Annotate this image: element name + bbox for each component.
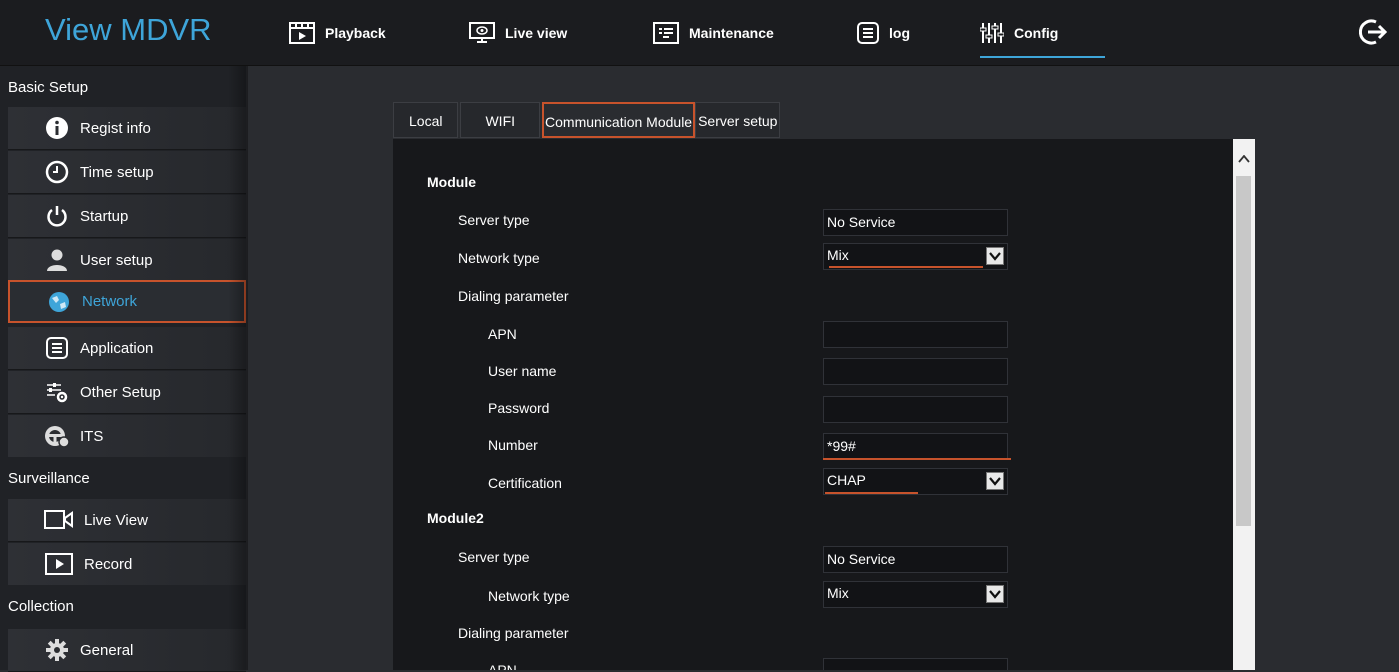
network-type-label: Network type	[458, 250, 540, 266]
sidebar-item-time-setup[interactable]: Time setup	[8, 151, 246, 194]
module2-apn-field[interactable]	[823, 658, 1008, 670]
dialing-parameter-label: Dialing parameter	[458, 288, 569, 304]
sidebar-section-basic-setup[interactable]: Basic Setup	[0, 66, 246, 109]
sidebar-item-label: User setup	[80, 251, 153, 269]
application-icon	[44, 335, 70, 361]
sidebar-item-label: Live View	[84, 511, 148, 529]
user-icon	[44, 247, 70, 273]
module2-server-type-field[interactable]: No Service	[823, 546, 1008, 573]
chevron-up-icon	[1238, 155, 1250, 163]
maintenance-icon	[653, 21, 679, 44]
nav-playback[interactable]: Playback	[289, 0, 386, 65]
sidebar-section-collection[interactable]: Collection	[0, 585, 246, 628]
sidebar-item-label: Regist info	[80, 119, 151, 137]
sidebar-item-label: General	[80, 641, 134, 659]
scrollbar[interactable]	[1233, 139, 1255, 670]
sidebar-item-label: Other Setup	[80, 383, 161, 401]
playback-icon	[289, 21, 315, 44]
scroll-up-button[interactable]	[1233, 149, 1255, 169]
server-type-field[interactable]: No Service	[823, 209, 1008, 236]
apn-label: APN	[488, 326, 517, 342]
sidebar-item-label: ITS	[80, 427, 104, 445]
tab-server-setup[interactable]: Server setup	[695, 102, 781, 138]
nav-config-label: Config	[1014, 24, 1059, 41]
gear-icon	[44, 637, 70, 663]
logout-button[interactable]	[1358, 18, 1388, 51]
module-title: Module	[427, 174, 476, 190]
sidebar-item-application[interactable]: Application	[8, 327, 246, 370]
scrollbar-thumb[interactable]	[1236, 176, 1251, 526]
sidebar-item-network[interactable]: Network	[8, 280, 246, 323]
certification-value: CHAP	[827, 472, 866, 488]
sidebar-item-regist-info[interactable]: Regist info	[8, 107, 246, 150]
top-bar: View MDVR Playback Live view Maintenance…	[0, 0, 1399, 66]
network-type-value: Mix	[827, 247, 849, 263]
sidebar-item-record[interactable]: Record	[8, 543, 246, 586]
annotation-underline	[825, 492, 918, 494]
nav-maintenance[interactable]: Maintenance	[653, 0, 774, 65]
record-icon	[44, 551, 74, 577]
password-label: Password	[488, 400, 550, 416]
module2-network-type-value: Mix	[827, 585, 849, 601]
sidebar-item-user-setup[interactable]: User setup	[8, 239, 246, 282]
annotation-underline	[829, 266, 983, 268]
username-label: User name	[488, 363, 557, 379]
sidebar-item-other-setup[interactable]: Other Setup	[8, 371, 246, 414]
certification-label: Certification	[488, 475, 562, 491]
apn-field[interactable]	[823, 321, 1008, 348]
module2-network-type-label: Network type	[488, 588, 570, 604]
brand-logo: View MDVR	[45, 12, 212, 47]
chevron-down-icon[interactable]	[986, 585, 1004, 603]
camera-icon	[44, 507, 74, 533]
info-icon	[44, 115, 70, 141]
nav-log[interactable]: log	[857, 0, 910, 65]
sidebar-item-live-view[interactable]: Live View	[8, 499, 246, 542]
nav-config[interactable]: Config	[980, 0, 1105, 65]
tab-wifi[interactable]: WIFI	[460, 102, 541, 138]
sidebar-item-label: Application	[80, 339, 154, 357]
sidebar: Basic Setup Regist info Time setup Start…	[0, 66, 246, 672]
monitor-icon	[469, 21, 495, 43]
config-icon	[980, 22, 1004, 43]
steering-wheel-icon	[44, 423, 70, 449]
config-tabs: Local WIFI Communication Module Server s…	[393, 102, 782, 140]
chevron-down-icon[interactable]	[986, 247, 1004, 265]
nav-maintenance-label: Maintenance	[689, 24, 774, 41]
nav-playback-label: Playback	[325, 24, 386, 41]
settings-sliders-icon	[44, 379, 70, 405]
log-icon	[857, 21, 879, 44]
sidebar-item-label: Time setup	[80, 163, 154, 181]
sidebar-item-startup[interactable]: Startup	[8, 195, 246, 238]
sidebar-item-label: Network	[82, 293, 138, 310]
sidebar-item-label: Record	[84, 555, 133, 573]
certification-select[interactable]: CHAP	[823, 468, 1008, 495]
sidebar-item-its[interactable]: ITS	[8, 415, 246, 458]
clock-icon	[44, 159, 70, 185]
active-tab-underline	[980, 56, 1105, 58]
tab-communication-module[interactable]: Communication Module	[542, 102, 696, 138]
nav-log-label: log	[889, 24, 910, 41]
globe-icon	[46, 289, 72, 315]
nav-live-view-label: Live view	[505, 24, 568, 41]
username-field[interactable]	[823, 358, 1008, 385]
module2-apn-label: APN	[488, 662, 517, 670]
annotation-underline	[823, 458, 1011, 460]
sidebar-item-general[interactable]: General	[8, 629, 246, 672]
logout-icon	[1358, 19, 1388, 45]
module2-network-type-select[interactable]: Mix	[823, 581, 1008, 608]
nav-live-view[interactable]: Live view	[469, 0, 567, 65]
sidebar-item-label: Startup	[80, 207, 129, 225]
power-icon	[44, 203, 70, 229]
sidebar-section-surveillance[interactable]: Surveillance	[0, 457, 246, 500]
tab-local[interactable]: Local	[393, 102, 459, 138]
chevron-down-icon[interactable]	[986, 472, 1004, 490]
communication-module-panel: Module Server type No Service Network ty…	[393, 139, 1255, 670]
server-type-label: Server type	[458, 212, 530, 228]
module2-server-type-label: Server type	[458, 549, 530, 565]
module2-dialing-parameter-label: Dialing parameter	[458, 625, 569, 641]
module2-title: Module2	[427, 510, 484, 526]
number-field[interactable]: *99#	[823, 433, 1008, 460]
number-label: Number	[488, 437, 538, 453]
password-field[interactable]	[823, 396, 1008, 423]
